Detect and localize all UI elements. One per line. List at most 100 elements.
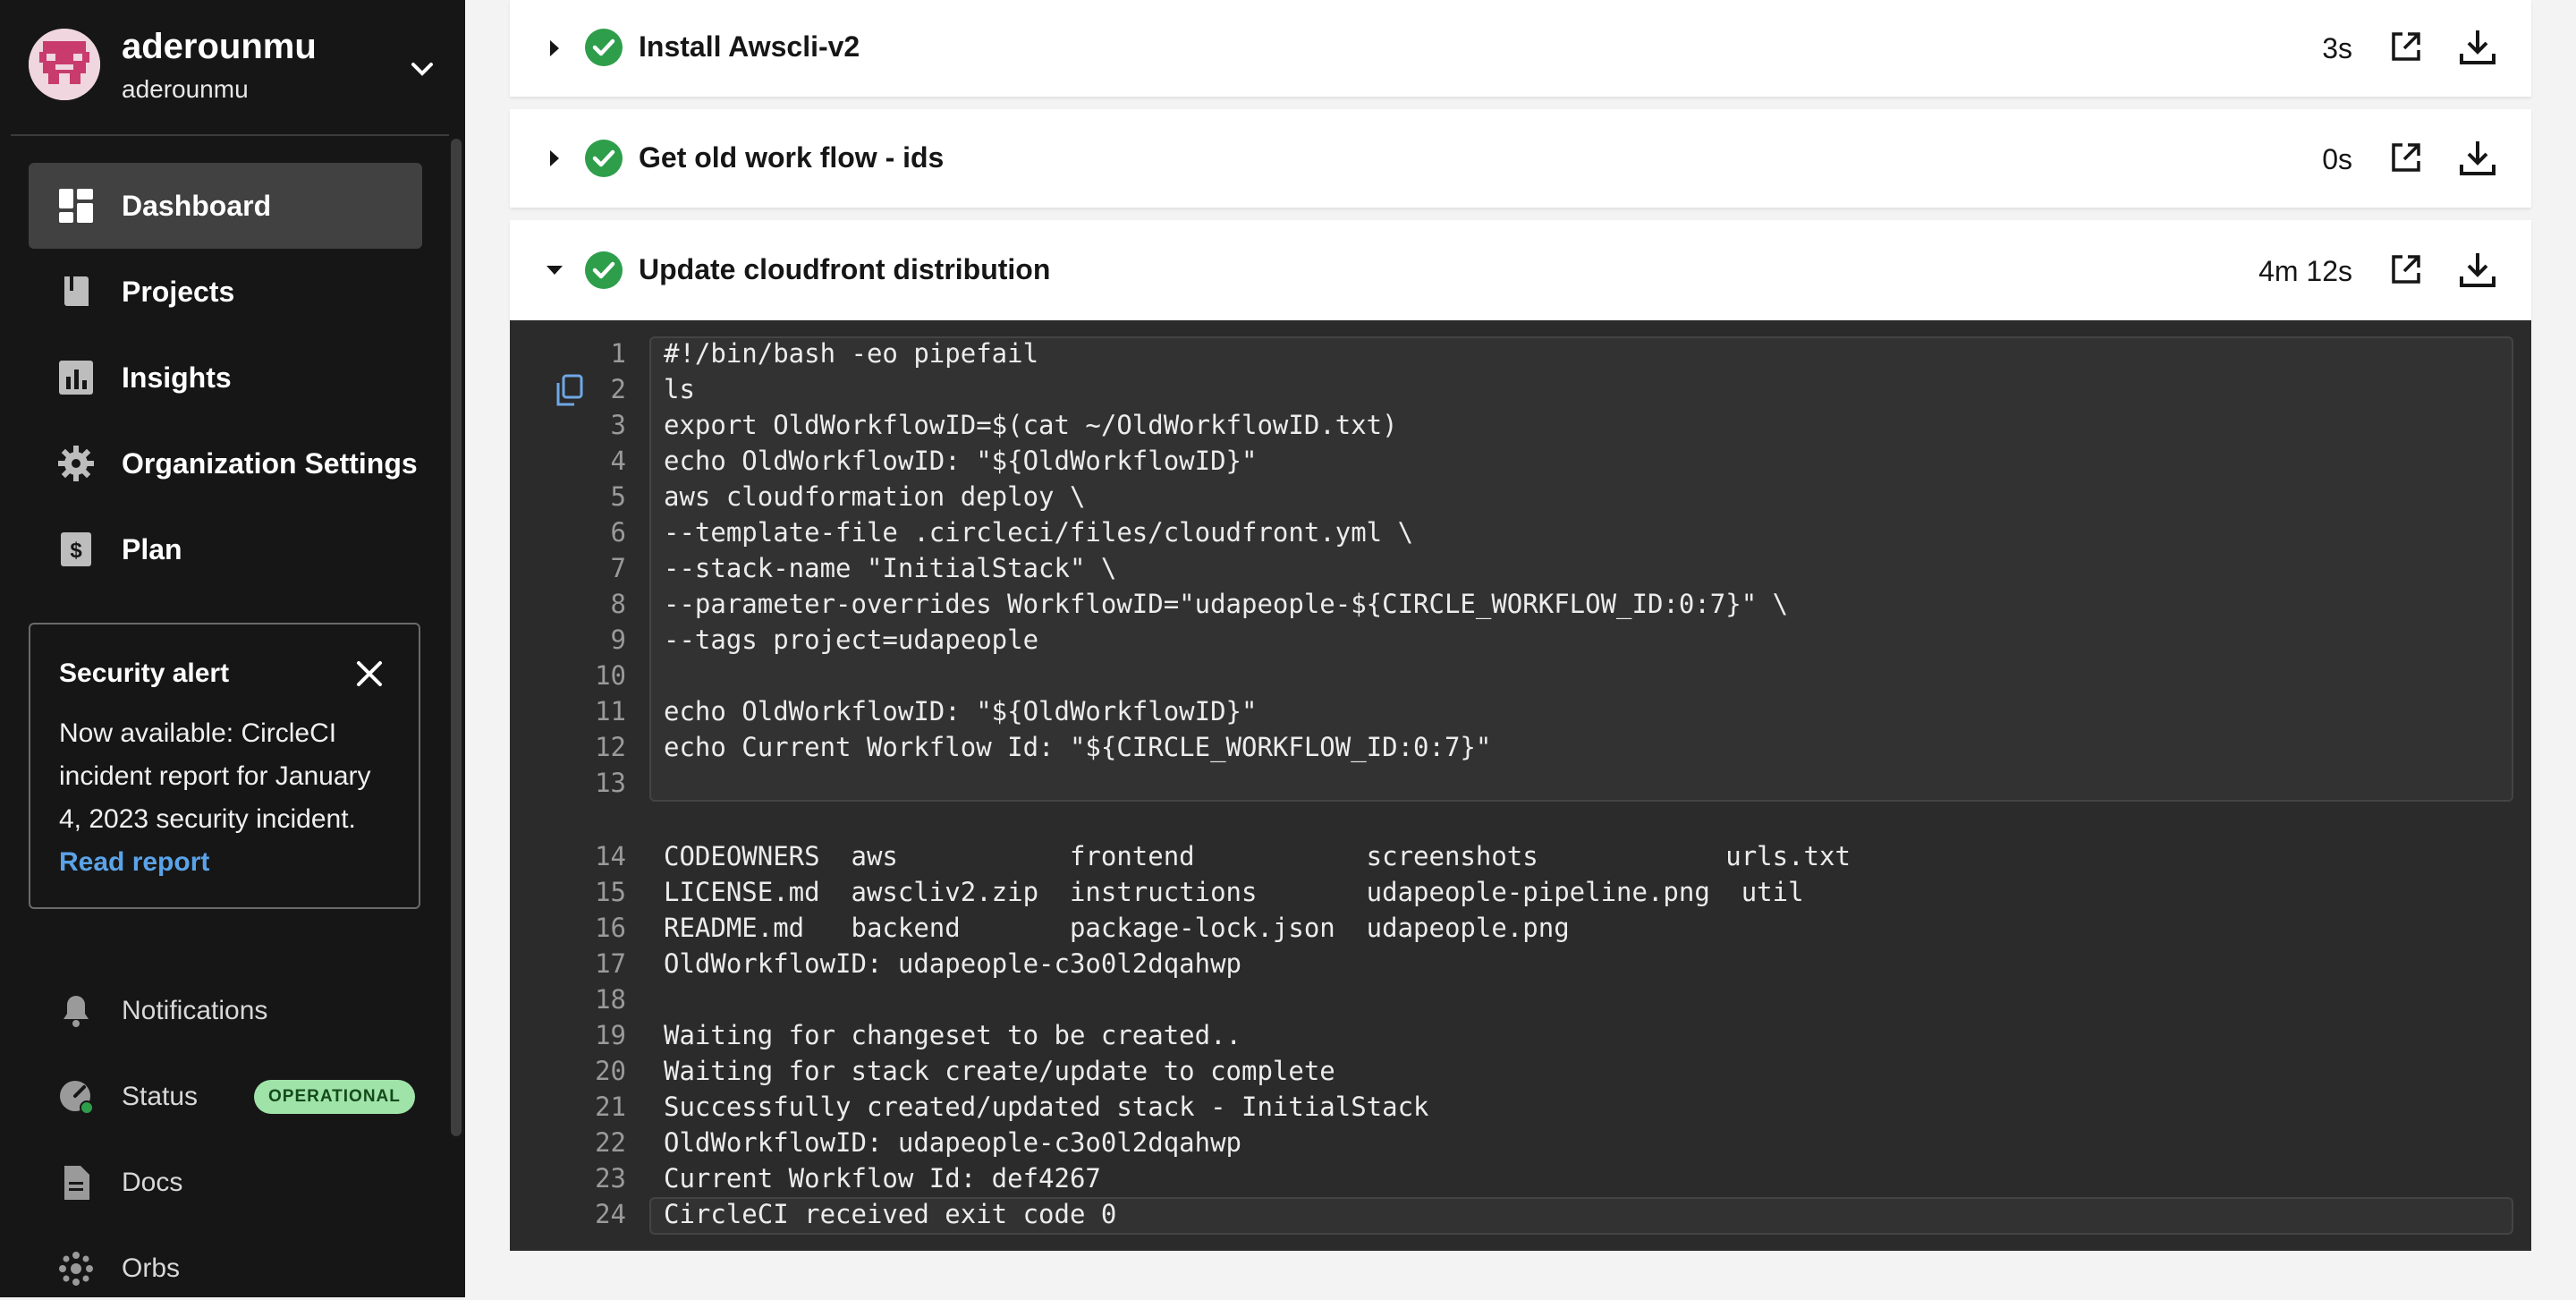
- log-line: 18: [510, 984, 2531, 1020]
- download-icon[interactable]: [2458, 27, 2497, 66]
- log-line: 10: [510, 660, 2531, 696]
- sidebar-item-plan[interactable]: $ Plan: [29, 506, 422, 592]
- sidebar-item-orbs[interactable]: Orbs: [29, 1237, 422, 1300]
- sidebar: aderounmu aderounmu Dashboard Projects I…: [0, 0, 465, 1297]
- success-check-icon: [585, 29, 623, 66]
- caret-down-icon[interactable]: [544, 259, 565, 281]
- step-duration: 3s: [2322, 32, 2352, 64]
- caret-right-icon[interactable]: [544, 38, 565, 59]
- line-number: 16: [595, 913, 626, 943]
- book-icon: [64, 276, 89, 306]
- step-title: Update cloudfront distribution: [639, 253, 1051, 285]
- log-line: 23 Current Workflow Id: def4267: [510, 1163, 2531, 1199]
- line-text: CODEOWNERS aws frontend screenshots urls…: [664, 841, 1851, 871]
- line-number: 13: [595, 768, 626, 798]
- sidebar-item-projects[interactable]: Projects: [29, 249, 422, 335]
- caret-right-icon[interactable]: [544, 148, 565, 169]
- open-external-icon[interactable]: [2388, 140, 2424, 175]
- line-text: LICENSE.md awscliv2.zip instructions uda…: [664, 877, 1804, 907]
- line-text: ls: [664, 374, 695, 404]
- close-icon[interactable]: [354, 658, 385, 689]
- org-switcher[interactable]: aderounmu aderounmu: [29, 25, 440, 106]
- sidebar-item-organization-settings[interactable]: Organization Settings: [29, 421, 422, 506]
- line-text: #!/bin/bash -eo pipefail: [664, 338, 1039, 369]
- sidebar-item-status[interactable]: Status OPERATIONAL: [29, 1066, 422, 1128]
- success-check-icon: [585, 251, 623, 289]
- log-line: 12 echo Current Workflow Id: "${CIRCLE_WO…: [510, 732, 2531, 768]
- log-line: 16 README.md backend package-lock.json ud…: [510, 913, 2531, 948]
- line-text: OldWorkflowID: udapeople-c3o0l2dqahwp: [664, 948, 1242, 979]
- line-text: echo OldWorkflowID: "${OldWorkflowID}": [664, 696, 1258, 726]
- avatar: [29, 29, 100, 100]
- log-line: 15 LICENSE.md awscliv2.zip instructions u…: [510, 877, 2531, 913]
- gear-icon: [58, 446, 94, 481]
- line-text: Current Workflow Id: def4267: [664, 1163, 1101, 1194]
- line-text: Waiting for changeset to be created..: [664, 1020, 1242, 1050]
- sidebar-item-label: Dashboard: [122, 189, 272, 222]
- line-number: 18: [595, 984, 626, 1015]
- sidebar-item-docs[interactable]: Docs: [29, 1151, 422, 1214]
- line-text: echo Current Workflow Id: "${CIRCLE_WORK…: [664, 732, 1492, 762]
- log-line: 17 OldWorkflowID: udapeople-c3o0l2dqahwp: [510, 948, 2531, 984]
- step-duration: 0s: [2322, 143, 2352, 175]
- success-check-icon: [585, 140, 623, 177]
- sidebar-item-label: Docs: [122, 1168, 183, 1197]
- line-number: 1: [610, 338, 626, 369]
- step-duration: 4m 12s: [2258, 255, 2352, 287]
- orbs-icon: [59, 1252, 93, 1286]
- read-report-link[interactable]: Read report: [59, 847, 209, 877]
- svg-text:$: $: [70, 539, 82, 563]
- line-number: 8: [610, 589, 626, 619]
- sidebar-item-label: Organization Settings: [122, 446, 418, 480]
- sidebar-divider: [11, 134, 449, 136]
- line-text: aws cloudformation deploy \: [664, 481, 1086, 512]
- security-alert: Security alert Now available: CircleCI i…: [29, 623, 420, 909]
- page-bottom: [465, 1251, 2576, 1297]
- line-number: 9: [610, 625, 626, 655]
- step-get-old-workflow-ids[interactable]: Get old work flow - ids 0s: [510, 109, 2531, 208]
- line-number: 2: [610, 374, 626, 404]
- open-external-icon[interactable]: [2388, 251, 2424, 287]
- sidebar-item-notifications[interactable]: Notifications: [29, 980, 422, 1042]
- sidebar-item-label: Status: [122, 1082, 199, 1111]
- document-icon: [64, 1166, 89, 1200]
- sidebar-item-dashboard[interactable]: Dashboard: [29, 163, 422, 249]
- line-text: Waiting for stack create/update to compl…: [664, 1056, 1335, 1086]
- log-line: 9 --tags project=udapeople: [510, 625, 2531, 660]
- step-install-awscli[interactable]: Install Awscli-v2 3s: [510, 0, 2531, 97]
- line-number: 5: [610, 481, 626, 512]
- log-line: 19 Waiting for changeset to be created..: [510, 1020, 2531, 1056]
- line-number: 24: [595, 1199, 626, 1229]
- download-icon[interactable]: [2458, 138, 2497, 177]
- log-line: 3 export OldWorkflowID=$(cat ~/OldWorkflo…: [510, 410, 2531, 446]
- alert-text: Now available: CircleCI incident report …: [59, 718, 371, 834]
- line-text: --parameter-overrides WorkflowID="udapeo…: [664, 589, 1789, 619]
- line-number: 21: [595, 1092, 626, 1122]
- dollar-icon: $: [61, 532, 91, 566]
- log-line: 1 #!/bin/bash -eo pipefail: [510, 338, 2531, 374]
- sidebar-item-label: Plan: [122, 532, 182, 565]
- line-number: 11: [595, 696, 626, 726]
- log-line: 6 --template-file .circleci/files/cloudfr…: [510, 517, 2531, 553]
- line-text: export OldWorkflowID=$(cat ~/OldWorkflow…: [664, 410, 1398, 440]
- user-name: aderounmu: [122, 27, 317, 66]
- sidebar-item-label: Projects: [122, 275, 235, 308]
- log-line: 8 --parameter-overrides WorkflowID="udape…: [510, 589, 2531, 625]
- line-number: 22: [595, 1127, 626, 1158]
- bell-icon: [64, 996, 89, 1027]
- bar-chart-icon: [59, 361, 93, 395]
- log-line: 5 aws cloudformation deploy \: [510, 481, 2531, 517]
- line-number: 14: [595, 841, 626, 871]
- step-update-cloudfront[interactable]: Update cloudfront distribution 4m 12s: [510, 220, 2531, 320]
- sidebar-item-insights[interactable]: Insights: [29, 335, 422, 421]
- download-icon[interactable]: [2458, 250, 2497, 289]
- sidebar-scrollbar[interactable]: [451, 139, 462, 1136]
- line-text: README.md backend package-lock.json udap…: [664, 913, 1570, 943]
- line-number: 3: [610, 410, 626, 440]
- dashboard-icon: [59, 189, 93, 223]
- step-title: Install Awscli-v2: [639, 30, 860, 63]
- open-external-icon[interactable]: [2388, 29, 2424, 64]
- status-badge: OPERATIONAL: [254, 1080, 415, 1114]
- log-line: 2 ls: [510, 374, 2531, 410]
- sidebar-item-label: Orbs: [122, 1253, 181, 1283]
